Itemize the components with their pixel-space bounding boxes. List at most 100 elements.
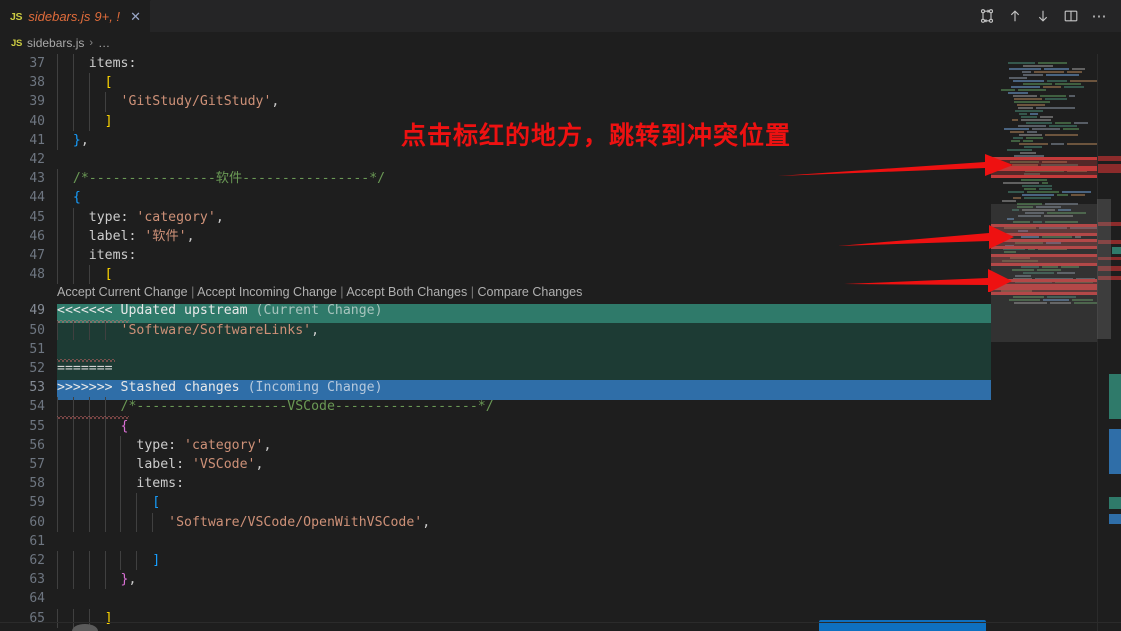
line-number: 62 xyxy=(29,553,45,568)
line-content: items: xyxy=(57,246,991,266)
code-line: 60 'Software/VSCode/OpenWithVSCode', xyxy=(0,512,991,532)
tab-bar-filler xyxy=(150,0,973,32)
line-content: }, xyxy=(57,570,991,590)
tab-label: sidebars.js xyxy=(28,9,91,24)
code-line: 39 'GitStudy/GitStudy', xyxy=(0,92,991,112)
code-line: 57 label: 'VSCode', xyxy=(0,455,991,475)
error-squiggle xyxy=(57,359,115,362)
line-number: 43 xyxy=(29,171,45,187)
line-content: /*-------------------VSCode-------------… xyxy=(57,397,991,417)
code-line: 46 label: '软件', xyxy=(0,226,991,246)
line-number: 47 xyxy=(29,248,45,263)
code-line: 56 type: 'category', xyxy=(0,435,991,455)
line-number: 49 xyxy=(29,303,45,319)
line-number: 61 xyxy=(29,533,45,549)
line-number: 53 xyxy=(29,380,45,396)
line-number: 57 xyxy=(29,457,45,472)
code-line: 63 }, xyxy=(0,570,991,590)
line-content: [ xyxy=(57,493,991,513)
line-content: 'GitStudy/GitStudy', xyxy=(57,92,991,112)
code-line: 38 [ xyxy=(0,73,991,93)
code-line: 59 [ xyxy=(0,493,991,513)
code-line: 61 xyxy=(0,532,991,551)
line-number: 64 xyxy=(29,591,45,607)
more-actions-icon[interactable]: ⋯ xyxy=(1085,0,1113,32)
line-number: 40 xyxy=(29,113,45,129)
line-content: /*----------------软件----------------*/ xyxy=(57,169,991,189)
line-number: 65 xyxy=(29,610,45,626)
minimap[interactable] xyxy=(991,54,1097,631)
line-number: 63 xyxy=(29,572,45,588)
annotation-note: 点击标红的地方，跳转到冲突位置 xyxy=(401,121,792,150)
code-line: 53 >>>>>>> Stashed changes (Incoming Chan… xyxy=(0,378,991,397)
vscode-window: JS sidebars.js 9+, ! ✕ ⋯ JS sidebars.js … xyxy=(0,0,1121,631)
arrow-down-icon[interactable] xyxy=(1029,0,1057,32)
breadcrumb: JS sidebars.js › … xyxy=(0,32,1121,54)
line-number: 50 xyxy=(29,322,45,338)
line-number: 38 xyxy=(29,75,45,91)
line-number: 41 xyxy=(29,132,45,148)
line-content: 'Software/SoftwareLinks', xyxy=(57,320,991,340)
breadcrumb-separator-icon: › xyxy=(89,37,94,49)
line-content: type: 'category', xyxy=(57,435,991,455)
split-editor-icon[interactable] xyxy=(1057,0,1085,32)
line-content: label: 'VSCode', xyxy=(57,455,991,475)
arrow-up-icon[interactable] xyxy=(1001,0,1029,32)
code-line: 52 ======= xyxy=(0,359,991,378)
code-line: 42 xyxy=(0,150,991,169)
editor-actions: ⋯ xyxy=(973,0,1121,32)
code-line: 43 /*----------------软件----------------*… xyxy=(0,169,991,189)
line-number: 44 xyxy=(29,190,45,206)
line-content: ] xyxy=(57,551,991,571)
javascript-file-icon: JS xyxy=(10,10,23,23)
line-number: 56 xyxy=(29,437,45,453)
line-content: items: xyxy=(57,474,991,494)
line-number: 39 xyxy=(29,94,45,110)
line-content: [ xyxy=(57,265,991,285)
line-number: 58 xyxy=(29,476,45,492)
code-line: 47 items: xyxy=(0,246,991,266)
line-content: >>>>>>> Stashed changes (Incoming Change… xyxy=(57,380,383,396)
line-content: items: xyxy=(57,54,991,74)
compare-changes-icon[interactable] xyxy=(973,0,1001,32)
error-squiggle xyxy=(57,320,129,323)
line-number: 52 xyxy=(29,361,45,376)
line-content: 'Software/VSCode/OpenWithVSCode', xyxy=(57,512,991,532)
code-line: 44 { xyxy=(0,188,991,208)
breadcrumb-item-file[interactable]: sidebars.js xyxy=(27,36,84,50)
code-line: 58 items: xyxy=(0,474,991,494)
line-number: 51 xyxy=(29,341,45,357)
cursor-blob xyxy=(72,624,98,631)
line-number: 60 xyxy=(29,514,45,530)
error-squiggle xyxy=(57,416,129,419)
line-number: 42 xyxy=(29,152,45,167)
code-line: 50 'Software/SoftwareLinks', xyxy=(0,320,991,340)
editor-tab-sidebars-js[interactable]: JS sidebars.js 9+, ! ✕ xyxy=(0,0,151,33)
line-number: 48 xyxy=(29,267,45,283)
code-line: 55 { xyxy=(0,416,991,436)
vertical-scrollbar-thumb[interactable] xyxy=(1097,199,1111,339)
line-number: 55 xyxy=(29,418,45,434)
overview-ruler[interactable] xyxy=(1097,54,1121,631)
breadcrumb-item-symbol[interactable]: … xyxy=(98,36,110,50)
line-content: label: '软件', xyxy=(57,226,991,246)
line-content: ======= xyxy=(57,361,113,376)
close-icon[interactable]: ✕ xyxy=(130,10,141,23)
line-content: <<<<<<< Updated upstream (Current Change… xyxy=(57,303,383,319)
more-actions-glyph: ⋯ xyxy=(1091,7,1107,25)
line-content: type: 'category', xyxy=(57,207,991,227)
line-number: 54 xyxy=(29,399,45,415)
line-content: { xyxy=(57,188,991,208)
code-line: 48 [ xyxy=(0,265,991,285)
javascript-file-icon: JS xyxy=(11,37,23,49)
code-line: 45 type: 'category', xyxy=(0,207,991,227)
code-line: 64 xyxy=(0,589,991,608)
line-number: 46 xyxy=(29,228,45,244)
horizontal-scrollbar-track[interactable] xyxy=(0,622,1121,623)
tab-dirty-indicator: 9+, ! xyxy=(94,9,121,24)
line-number: 45 xyxy=(29,209,45,225)
code-line: 51 xyxy=(0,340,991,359)
line-content: [ xyxy=(57,73,991,93)
code-line: 37 items: xyxy=(0,54,991,74)
line-number: 37 xyxy=(29,56,45,71)
